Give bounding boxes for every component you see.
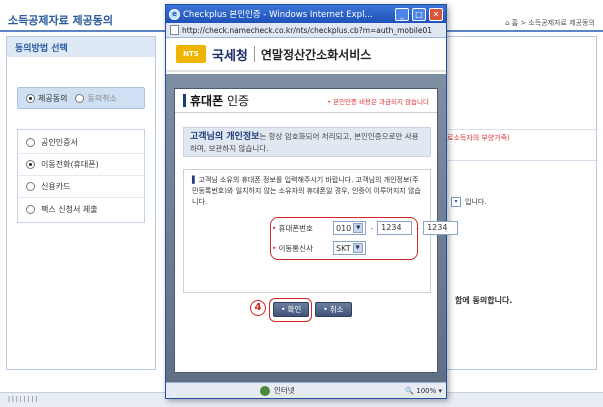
button-group: 확인 취소 xyxy=(273,302,352,317)
toggle-cancel[interactable]: 동의취소 xyxy=(75,93,117,104)
window-title: Checkplus 본인인증 - Windows Internet Expl..… xyxy=(183,10,373,20)
service-name: 연말정산간소화서비스 xyxy=(260,47,372,62)
right-panel: 로소득자의 부양가족) ▾ 입니다. 함에 동의합니다. xyxy=(440,36,598,370)
panel-title: 휴대폰 인증 xyxy=(190,94,250,108)
ie-icon: e xyxy=(169,8,180,20)
right-agree-text: 함에 동의합니다. xyxy=(455,296,513,305)
brand-divider xyxy=(253,46,255,62)
right-select-suffix: 입니다. xyxy=(465,198,487,206)
address-bar[interactable]: http://check.namecheck.co.kr/nts/checkpl… xyxy=(166,23,446,38)
fields-highlight-ring xyxy=(270,217,418,260)
right-red-note: 로소득자의 부양가족) xyxy=(447,134,510,142)
maximize-button[interactable]: □ xyxy=(412,7,426,21)
phone-last-input[interactable]: 1234 xyxy=(423,221,459,235)
close-button[interactable]: ✕ xyxy=(429,7,443,21)
minimize-button[interactable]: _ xyxy=(395,7,409,21)
breadcrumb[interactable]: ⌂ 홈 > 소득공제자료 제공동의 xyxy=(505,18,595,28)
status-bar: 인터넷 🔍 100% ▾ xyxy=(166,382,446,398)
input-box: 고객님 소유의 휴대폰 정보를 입력해주시기 바랍니다. 고객님의 개인정보(주… xyxy=(183,169,459,293)
panel-header: 휴대폰 인증 • 본인인증 비용은 과금되지 않습니다 xyxy=(175,89,437,113)
agency-name: 국세청 xyxy=(212,48,248,64)
content-area: 휴대폰 인증 • 본인인증 비용은 과금되지 않습니다 고객님의 개인정보는 항… xyxy=(166,74,459,382)
consent-toggle: 제공동의 동의취소 xyxy=(17,87,145,109)
method-item[interactable]: 신용카드 xyxy=(18,176,144,198)
globe-icon xyxy=(260,385,270,396)
address-text[interactable]: http://check.namecheck.co.kr/nts/checkpl… xyxy=(182,26,432,35)
brand-header: NTS 국세청 연말정산간소화서비스 xyxy=(166,38,446,72)
radio-icon xyxy=(26,138,35,147)
privacy-info: 고객님의 개인정보는 항상 암호화되어 처리되고, 본인인증으로만 사용하며, … xyxy=(183,127,431,157)
cancel-button[interactable]: 취소 xyxy=(315,302,352,317)
page-icon xyxy=(170,25,179,35)
nts-logo: NTS xyxy=(176,45,206,63)
radio-icon xyxy=(26,93,35,103)
zoom-control[interactable]: 🔍 100% ▾ xyxy=(405,387,442,395)
radio-icon xyxy=(75,93,85,103)
method-list: 공인인증서 이동전화(휴대폰) 신용카드 팩스 신청서 제출 xyxy=(17,129,145,223)
window-titlebar[interactable]: e Checkplus 본인인증 - Windows Internet Expl… xyxy=(166,5,446,23)
fee-note: • 본인인증 비용은 과금되지 않습니다 xyxy=(327,97,429,106)
toggle-consent[interactable]: 제공동의 xyxy=(26,93,67,104)
popup-window: e Checkplus 본인인증 - Windows Internet Expl… xyxy=(165,4,459,399)
header-bar xyxy=(183,94,186,107)
confirm-button[interactable]: 확인 xyxy=(273,302,310,317)
step-number-badge: 4 xyxy=(250,300,266,316)
input-description: 고객님 소유의 휴대폰 정보를 입력해주시기 바랍니다. 고객님의 개인정보(주… xyxy=(192,175,422,208)
status-zone: 인터넷 xyxy=(274,386,295,395)
page-title: 소득공제자료 제공동의 xyxy=(8,14,114,27)
right-select[interactable]: ▾ xyxy=(451,197,461,207)
method-item[interactable]: 공인인증서 xyxy=(18,132,144,154)
left-panel-header: 동의방법 선택 xyxy=(7,37,155,57)
radio-icon xyxy=(26,160,35,169)
radio-icon xyxy=(26,204,35,214)
auth-panel: 휴대폰 인증 • 본인인증 비용은 과금되지 않습니다 고객님의 개인정보는 항… xyxy=(174,88,459,373)
privacy-highlight: 고객님의 개인정보 xyxy=(190,132,260,142)
left-panel: 동의방법 선택 제공동의 동의취소 공인인증서 이동전화(휴대폰) 신용카드 팩… xyxy=(6,36,156,370)
method-item[interactable]: 이동전화(휴대폰) xyxy=(18,154,144,176)
radio-icon xyxy=(26,182,35,191)
method-item[interactable]: 팩스 신청서 제출 xyxy=(18,198,144,220)
